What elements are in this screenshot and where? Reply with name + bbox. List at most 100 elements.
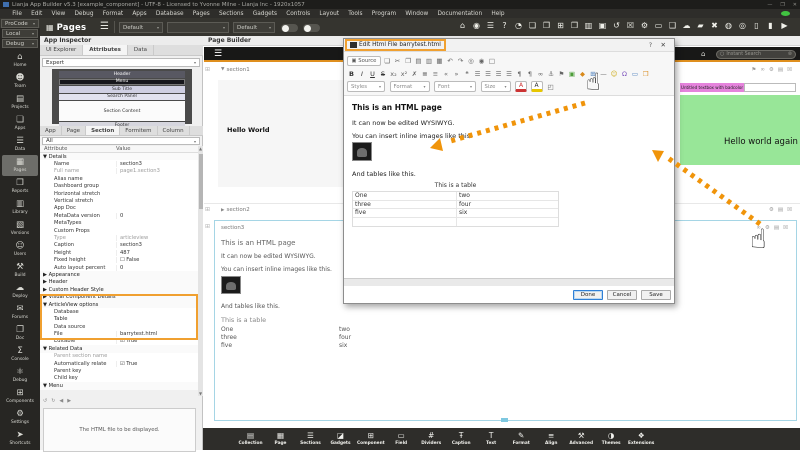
attribute-row[interactable]: MetaData version 0: [40, 212, 198, 219]
attribute-row[interactable]: App Doc: [40, 205, 198, 212]
sidebar-item[interactable]: ❐ Doc: [0, 323, 40, 344]
editor-toolbar-icon[interactable]: ↷: [456, 56, 465, 66]
inline-image[interactable]: [352, 142, 372, 161]
package-icon[interactable]: ▰: [696, 21, 705, 30]
menu-item[interactable]: Sections: [214, 11, 248, 17]
menu-item[interactable]: Apps: [128, 11, 152, 17]
editor-toolbar-icon[interactable]: ✂: [393, 56, 402, 66]
editor-toolbar-icon[interactable]: ▥: [425, 56, 434, 66]
attribute-value[interactable]: section3: [116, 242, 198, 248]
attribute-row[interactable]: ▶ Visual Component Details: [40, 293, 198, 300]
textbox-input[interactable]: [744, 83, 796, 92]
editor-toolbar-icon[interactable]: ▤: [414, 56, 423, 66]
editor-toolbar-icon[interactable]: ▣ Source: [347, 56, 381, 66]
sidebar-item[interactable]: ☻ Team: [0, 71, 40, 92]
editor-toolbar-icon[interactable]: ≡: [431, 69, 440, 79]
minimize-button[interactable]: —: [767, 2, 772, 8]
library-icon[interactable]: ▥: [584, 21, 593, 30]
article-table[interactable]: One two three four five six: [352, 191, 559, 227]
attribute-row[interactable]: Child key: [40, 375, 198, 382]
undo-icon[interactable]: ↺: [612, 21, 621, 30]
inspector-tab[interactable]: UI Explorer: [40, 45, 83, 55]
attribute-row[interactable]: Database: [40, 308, 198, 315]
styles-dropdown[interactable]: Styles▾: [347, 81, 385, 92]
sidebar-item[interactable]: ❏ Apps: [0, 113, 40, 134]
inspector-tab[interactable]: Attributes: [83, 45, 128, 55]
attribute-row[interactable]: Horizontal stretch: [40, 190, 198, 197]
workspace-dropdown[interactable]: Default▾: [119, 22, 163, 33]
add-page-icon[interactable]: ❑: [668, 21, 677, 30]
dialog-help-button[interactable]: ?: [649, 42, 652, 49]
bottombar-item[interactable]: ✎ Format: [508, 432, 535, 446]
editor-toolbar-icon[interactable]: ⚓: [547, 69, 556, 79]
editor-toolbar-icon[interactable]: S: [379, 69, 388, 79]
attribute-value[interactable]: barrytest.html: [116, 331, 198, 337]
editor-toolbar-icon[interactable]: ▣: [568, 69, 577, 79]
app-hamburger-icon[interactable]: ☰: [214, 49, 222, 59]
editor-toolbar-icon[interactable]: ❝: [463, 69, 472, 79]
attribute-filter-dropdown[interactable]: All▾: [42, 137, 200, 145]
attribute-value[interactable]: ☐ False: [116, 257, 198, 263]
back-icon[interactable]: ◀: [59, 398, 63, 404]
bottombar-item[interactable]: # Dividers: [418, 432, 445, 446]
editor-toolbar-icon[interactable]: ☰: [505, 69, 514, 79]
maximize-button[interactable]: ❐: [780, 2, 784, 8]
delete-icon[interactable]: ☒: [626, 21, 635, 30]
sidebar-item[interactable]: ☁ Deploy: [0, 281, 40, 302]
editor-toolbar-icon[interactable]: ↶: [446, 56, 455, 66]
delete-icon[interactable]: ☒: [787, 67, 792, 73]
attribute-row[interactable]: File barrytest.html: [40, 330, 198, 337]
desktop-view-icon[interactable]: ▭: [654, 21, 663, 30]
new-page-icon[interactable]: ❏: [528, 21, 537, 30]
layout-region[interactable]: Header: [59, 71, 185, 78]
attribute-row[interactable]: ▶ Header: [40, 279, 198, 286]
inspector-tab[interactable]: Data: [128, 45, 154, 55]
sidebar-item[interactable]: ▧ Versions: [0, 218, 40, 239]
phone-view-icon[interactable]: ▮: [766, 21, 775, 30]
run-icon[interactable]: ▶: [780, 21, 789, 30]
editor-toolbar-icon[interactable]: ▦: [435, 56, 444, 66]
menu-item[interactable]: Controls: [282, 11, 315, 17]
print-icon[interactable]: ▤: [778, 207, 783, 213]
menu-item[interactable]: File: [8, 11, 27, 17]
sidebar-item[interactable]: ☺ Users: [0, 239, 40, 260]
undo-icon[interactable]: ↺: [43, 398, 47, 404]
attribute-row[interactable]: Height 487: [40, 249, 198, 256]
attribute-row[interactable]: Editable ☑ True: [40, 338, 198, 345]
save-button[interactable]: Save: [641, 290, 671, 300]
bottombar-item[interactable]: ❖ Extensions: [628, 432, 655, 446]
attribute-value[interactable]: ☑ True: [116, 361, 198, 367]
menu-item[interactable]: Documentation: [433, 11, 487, 17]
settings-icon[interactable]: ⚙: [640, 21, 649, 30]
editor-toolbar-icon[interactable]: Ω: [620, 69, 629, 79]
editor-toolbar-icon[interactable]: I: [358, 69, 367, 79]
flag-icon[interactable]: ⚑: [751, 67, 756, 73]
attribute-row[interactable]: ▼ ArticleView options: [40, 301, 198, 308]
attribute-value[interactable]: 0: [116, 265, 198, 271]
font-dropdown[interactable]: Font▾: [434, 81, 476, 92]
editor-toolbar-icon[interactable]: ⊞: [589, 69, 598, 79]
sidebar-item[interactable]: ⚛ Debug: [0, 365, 40, 386]
sidebar-item[interactable]: ▤ Projects: [0, 92, 40, 113]
sidebar-item[interactable]: ⚙ Settings: [0, 407, 40, 428]
save-icon[interactable]: ▣: [598, 21, 607, 30]
attribute-value[interactable]: ☑ True: [116, 338, 198, 344]
close-app-icon[interactable]: ✖: [710, 21, 719, 30]
dialog-close-button[interactable]: ✕: [661, 41, 666, 49]
print-icon[interactable]: ▤: [778, 67, 783, 73]
bottombar-item[interactable]: ⚒ Advanced: [568, 432, 595, 446]
delete-icon[interactable]: ☒: [783, 225, 788, 231]
sidebar-item[interactable]: ➤ Shortcuts: [0, 428, 40, 449]
attribute-row[interactable]: ▶ Appearance: [40, 271, 198, 278]
editor-toolbar-icon[interactable]: ◉: [477, 56, 486, 66]
editor-toolbar-icon[interactable]: ≣: [421, 69, 430, 79]
hamburger-menu-icon[interactable]: ☰: [100, 21, 109, 32]
link-icon[interactable]: ∞: [760, 67, 765, 73]
attribute-row[interactable]: Vertical stretch: [40, 197, 198, 204]
caption-icon[interactable]: ❐: [542, 21, 551, 30]
menu-item[interactable]: Format: [98, 11, 128, 17]
instant-search-box[interactable]: ○ Instant Search ⊗: [716, 50, 796, 59]
editor-toolbar-icon[interactable]: ◎: [467, 56, 476, 66]
link-icon[interactable]: ∞: [756, 225, 761, 231]
bottombar-item[interactable]: ◪ Gadgets: [327, 432, 354, 446]
